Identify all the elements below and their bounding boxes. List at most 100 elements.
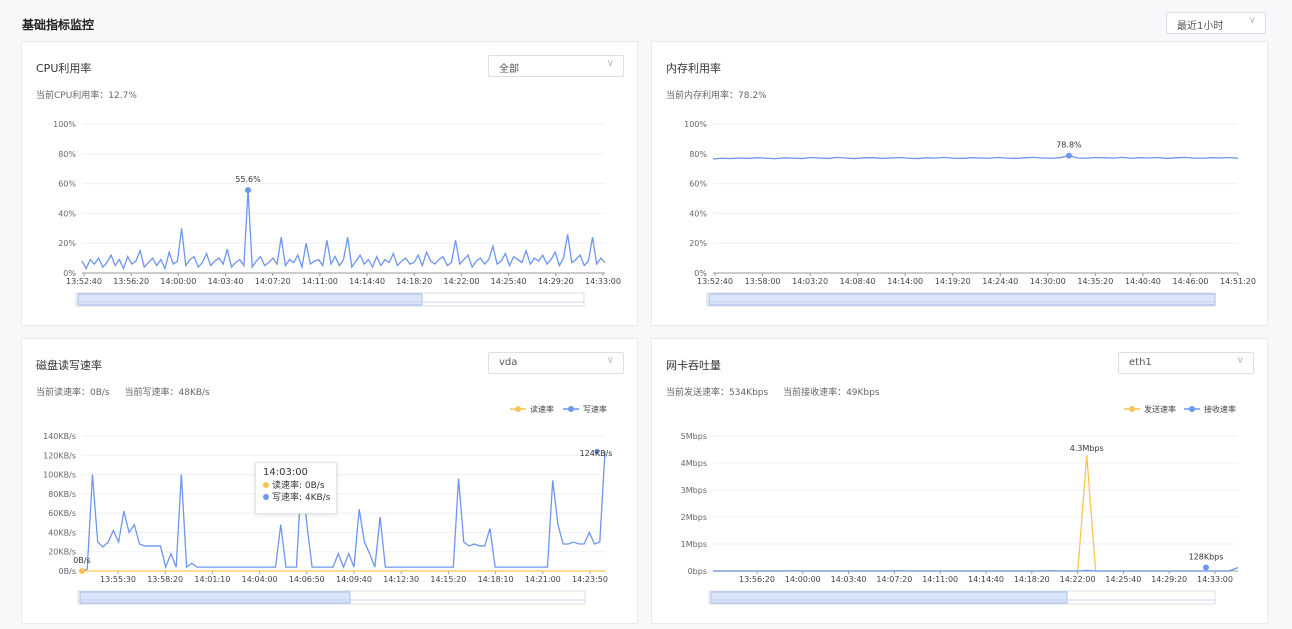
legend-read-dot-icon bbox=[515, 406, 521, 412]
x-tick-label: 14:07:20 bbox=[876, 575, 912, 584]
y-tick-label: 3Mbps bbox=[681, 486, 707, 495]
x-tick-label: 14:23:50 bbox=[572, 575, 608, 584]
x-tick-label: 14:51:20 bbox=[1220, 277, 1256, 286]
zoom-slider-selection bbox=[708, 293, 1216, 306]
y-tick-label: 40% bbox=[689, 209, 707, 218]
series-line-写速率 bbox=[81, 451, 606, 572]
y-tick-label: 80% bbox=[58, 150, 76, 159]
x-tick-label: 14:06:50 bbox=[289, 575, 325, 584]
x-tick-label: 13:52:40 bbox=[697, 277, 733, 286]
x-tick-label: 14:00:00 bbox=[785, 575, 821, 584]
y-tick-label: 60KB/s bbox=[48, 509, 76, 518]
x-tick-label: 13:58:00 bbox=[745, 277, 781, 286]
x-tick-label: 14:24:40 bbox=[982, 277, 1018, 286]
zoom-slider-selection bbox=[77, 293, 423, 306]
x-tick-label: 14:29:20 bbox=[1151, 575, 1187, 584]
y-tick-label: 120KB/s bbox=[43, 451, 76, 460]
x-tick-label: 14:25:40 bbox=[491, 277, 527, 286]
x-tick-label: 14:18:20 bbox=[396, 277, 432, 286]
disk-end-label: 124KB/s bbox=[580, 449, 613, 458]
charts-layer: 100%80%60%40%20%0%13:52:40 13:56:20 14:00:… bbox=[43, 120, 1256, 605]
monitoring-page: 基础指标监控 最近1小时 ∨ CPU利用率 全部 ∨ 当前CPU利用率：12.7… bbox=[0, 0, 1292, 629]
x-tick-label: 14:21:00 bbox=[525, 575, 561, 584]
tooltip-read: 读速率: 0B/s bbox=[272, 481, 325, 491]
legend-recv-label: 接收速率 bbox=[1204, 404, 1236, 414]
y-tick-label: 40% bbox=[58, 209, 76, 218]
tooltip-write: 写速率: 4KB/s bbox=[272, 493, 331, 503]
tooltip-read-row: 读速率: 0B/s bbox=[263, 480, 329, 492]
network-end-label: 128Kbps bbox=[1189, 553, 1224, 562]
legend-send-label: 发送速率 bbox=[1144, 404, 1176, 414]
write-dot-icon bbox=[263, 494, 269, 500]
y-tick-label: 80KB/s bbox=[48, 490, 76, 499]
x-tick-label: 14:11:00 bbox=[922, 575, 958, 584]
x-tick-label: 14:25:40 bbox=[1105, 575, 1141, 584]
x-tick-label: 14:14:40 bbox=[968, 575, 1004, 584]
series-line-发送速率 bbox=[713, 454, 1239, 572]
x-tick-label: 14:12:30 bbox=[383, 575, 419, 584]
y-tick-label: 100% bbox=[684, 120, 707, 129]
legend-write-dot-icon bbox=[568, 406, 574, 412]
y-tick-label: 40KB/s bbox=[48, 528, 76, 537]
x-tick-label: 13:52:40 bbox=[66, 277, 102, 286]
y-tick-label: 60% bbox=[689, 180, 707, 189]
y-tick-label: 100% bbox=[53, 120, 76, 129]
y-tick-label: 5Mbps bbox=[681, 432, 707, 441]
y-tick-label: 20% bbox=[689, 239, 707, 248]
legend-read-label: 读速率 bbox=[530, 404, 554, 414]
y-tick-label: 0B/s bbox=[59, 567, 76, 576]
x-tick-label: 14:03:40 bbox=[831, 575, 867, 584]
x-tick-label: 13:58:20 bbox=[147, 575, 183, 584]
zoom-slider-selection bbox=[79, 591, 351, 604]
x-tick-label: 14:22:00 bbox=[443, 277, 479, 286]
disk-start-label: 0B/s bbox=[73, 556, 90, 565]
x-tick-label: 13:55:30 bbox=[100, 575, 136, 584]
series-line-接收速率 bbox=[713, 566, 1239, 572]
x-tick-label: 14:33:00 bbox=[585, 277, 621, 286]
x-tick-label: 14:07:20 bbox=[255, 277, 291, 286]
tooltip-time: 14:03:00 bbox=[263, 467, 308, 478]
x-tick-label: 14:00:00 bbox=[160, 277, 196, 286]
network-end-point bbox=[1203, 564, 1209, 571]
x-tick-label: 13:56:20 bbox=[739, 575, 775, 584]
x-tick-label: 14:04:00 bbox=[242, 575, 278, 584]
x-tick-label: 14:40:40 bbox=[1125, 277, 1161, 286]
y-tick-label: 80% bbox=[689, 150, 707, 159]
x-tick-label: 14:30:00 bbox=[1030, 277, 1066, 286]
disk-read-start-point bbox=[79, 568, 85, 574]
y-tick-label: 20% bbox=[58, 239, 76, 248]
x-tick-label: 14:14:00 bbox=[887, 277, 923, 286]
x-tick-label: 14:09:40 bbox=[336, 575, 372, 584]
x-tick-label: 14:18:10 bbox=[478, 575, 514, 584]
y-tick-label: 2Mbps bbox=[681, 513, 707, 522]
y-tick-label: 4Mbps bbox=[681, 459, 707, 468]
x-tick-label: 14:33:00 bbox=[1197, 575, 1233, 584]
x-tick-label: 14:35:20 bbox=[1077, 277, 1113, 286]
cpu-peak-point bbox=[245, 187, 252, 194]
x-tick-label: 14:22:00 bbox=[1060, 575, 1096, 584]
x-tick-label: 14:14:40 bbox=[349, 277, 385, 286]
x-tick-label: 14:01:10 bbox=[194, 575, 230, 584]
x-tick-label: 14:19:20 bbox=[935, 277, 971, 286]
y-tick-label: 60% bbox=[58, 180, 76, 189]
network-peak-label: 4.3Mbps bbox=[1070, 444, 1104, 453]
x-tick-label: 14:15:20 bbox=[430, 575, 466, 584]
series-line-values bbox=[81, 190, 606, 271]
memory-peak-label: 78.8% bbox=[1056, 141, 1082, 150]
y-tick-label: 20KB/s bbox=[48, 548, 76, 557]
y-tick-label: 1Mbps bbox=[681, 540, 707, 549]
series-line-values bbox=[712, 154, 1239, 160]
disk-tooltip: 14:03:00 读速率: 0B/s 写速率: 4KB/s bbox=[255, 462, 337, 514]
zoom-slider-selection bbox=[710, 591, 1068, 604]
legend-write-label: 写速率 bbox=[583, 404, 607, 414]
x-tick-label: 14:18:20 bbox=[1014, 575, 1050, 584]
legend-recv-dot-icon bbox=[1189, 406, 1195, 412]
read-dot-icon bbox=[263, 482, 269, 488]
y-tick-label: 0bps bbox=[688, 567, 707, 576]
x-tick-label: 14:29:20 bbox=[538, 277, 574, 286]
y-tick-label: 140KB/s bbox=[43, 432, 76, 441]
x-tick-label: 14:08:40 bbox=[840, 277, 876, 286]
x-tick-label: 14:46:00 bbox=[1172, 277, 1208, 286]
tooltip-write-row: 写速率: 4KB/s bbox=[263, 492, 331, 504]
x-tick-label: 14:03:40 bbox=[208, 277, 244, 286]
